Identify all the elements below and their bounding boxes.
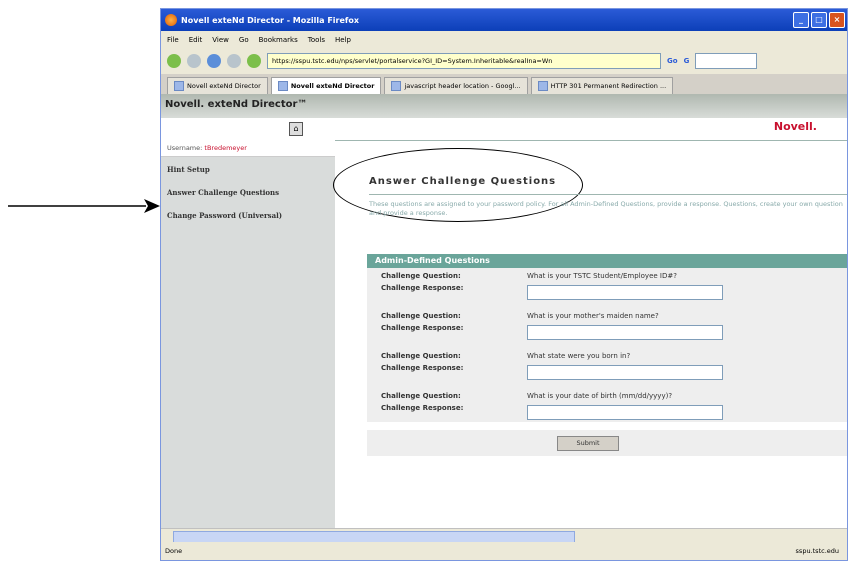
page-title: Answer Challenge Questions <box>369 176 557 187</box>
portal-home-icon[interactable]: ⌂ <box>289 122 303 136</box>
question-label: Challenge Question: <box>381 392 461 400</box>
page-content: Novell. exteNd Director™ ⌂ Novell. Usern… <box>161 94 847 528</box>
question-text: What state were you born in? <box>527 352 631 360</box>
window-title: Novell exteNd Director - Mozilla Firefox <box>181 15 360 25</box>
menu-help[interactable]: Help <box>335 36 351 44</box>
navigation-toolbar: https://sspu.tstc.edu/nps/servlet/portal… <box>161 48 847 74</box>
menu-edit[interactable]: Edit <box>189 36 203 44</box>
submit-button[interactable]: Submit <box>557 436 619 451</box>
portal-subbanner: ⌂ Novell. <box>161 118 847 141</box>
response-label: Challenge Response: <box>381 284 464 292</box>
forward-icon[interactable] <box>187 54 201 68</box>
go-button[interactable]: Go <box>667 57 678 65</box>
address-bar[interactable]: https://sspu.tstc.edu/nps/servlet/portal… <box>267 53 661 69</box>
home-icon[interactable] <box>247 54 261 68</box>
main-panel: Answer Challenge Questions These questio… <box>333 140 847 528</box>
menu-bar: File Edit View Go Bookmarks Tools Help <box>161 31 847 48</box>
tab-4[interactable]: HTTP 301 Permanent Redirection ... <box>530 77 674 94</box>
search-input[interactable] <box>695 53 758 69</box>
page-icon <box>537 81 548 91</box>
sidebar-item-change-password[interactable]: Change Password (Universal) <box>161 203 335 226</box>
questions-panel: Admin-Defined Questions Challenge Questi… <box>367 254 847 422</box>
question-text: What is your TSTC Student/Employee ID#? <box>527 272 677 280</box>
reload-icon[interactable] <box>207 54 221 68</box>
tab-3[interactable]: javascript header location - Googl... <box>384 77 528 94</box>
panel-title: Admin-Defined Questions <box>367 254 847 268</box>
menu-file[interactable]: File <box>167 36 179 44</box>
question-label: Challenge Question: <box>381 312 461 320</box>
status-domain: sspu.tstc.edu <box>795 547 839 555</box>
form-footer: Submit <box>367 430 847 456</box>
tab-1[interactable]: Novell exteNd Director <box>167 77 268 94</box>
response-label: Challenge Response: <box>381 364 464 372</box>
menu-bookmarks[interactable]: Bookmarks <box>259 36 298 44</box>
sidebar-item-answer-challenge-questions[interactable]: Answer Challenge Questions <box>161 180 335 203</box>
tab-bar: Novell exteNd Director Novell exteNd Dir… <box>161 74 847 94</box>
question-text: What is your mother's maiden name? <box>527 312 659 320</box>
minimize-button[interactable]: _ <box>793 12 809 28</box>
maximize-button[interactable]: □ <box>811 12 827 28</box>
menu-view[interactable]: View <box>212 36 229 44</box>
status-bar: Done sspu.tstc.edu <box>161 542 847 560</box>
tab-label: HTTP 301 Permanent Redirection ... <box>550 82 667 90</box>
username-line: Username: tBredemeyer <box>161 140 335 157</box>
firefox-icon <box>165 14 177 26</box>
menu-tools[interactable]: Tools <box>308 36 325 44</box>
tab-label: Novell exteNd Director <box>187 82 261 90</box>
menu-go[interactable]: Go <box>239 36 249 44</box>
sidebar-item-hint-setup[interactable]: Hint Setup <box>161 157 335 180</box>
search-engine-icon[interactable]: G <box>684 57 690 65</box>
portal-banner: Novell. exteNd Director™ <box>161 94 847 118</box>
question-text: What is your date of birth (mm/dd/yyyy)? <box>527 392 673 400</box>
back-icon[interactable] <box>167 54 181 68</box>
title-bar: Novell exteNd Director - Mozilla Firefox… <box>161 9 847 31</box>
response-input[interactable] <box>527 365 723 380</box>
tab-label: Novell exteNd Director <box>290 82 375 90</box>
tab-2[interactable]: Novell exteNd Director <box>270 77 382 94</box>
response-input[interactable] <box>527 325 723 340</box>
intro-text: These questions are assigned to your pas… <box>369 200 843 217</box>
page-icon <box>174 81 184 91</box>
browser-window: Novell exteNd Director - Mozilla Firefox… <box>160 8 848 561</box>
question-label: Challenge Question: <box>381 272 461 280</box>
close-button[interactable]: × <box>829 12 845 28</box>
divider <box>369 194 847 195</box>
response-input[interactable] <box>527 405 723 420</box>
page-icon <box>277 81 288 91</box>
question-label: Challenge Question: <box>381 352 461 360</box>
username-value: tBredemeyer <box>204 144 247 152</box>
novell-logo: Novell. <box>773 120 817 133</box>
response-label: Challenge Response: <box>381 404 464 412</box>
status-text: Done <box>165 547 183 555</box>
annotation-arrow <box>8 199 160 213</box>
response-label: Challenge Response: <box>381 324 464 332</box>
stop-icon[interactable] <box>227 54 241 68</box>
horizontal-scrollbar[interactable] <box>161 528 847 543</box>
response-input[interactable] <box>527 285 723 300</box>
username-label: Username: <box>167 144 203 152</box>
tab-label: javascript header location - Googl... <box>404 82 521 90</box>
google-icon <box>391 81 402 91</box>
sidebar: Username: tBredemeyer Hint Setup Answer … <box>161 140 335 528</box>
